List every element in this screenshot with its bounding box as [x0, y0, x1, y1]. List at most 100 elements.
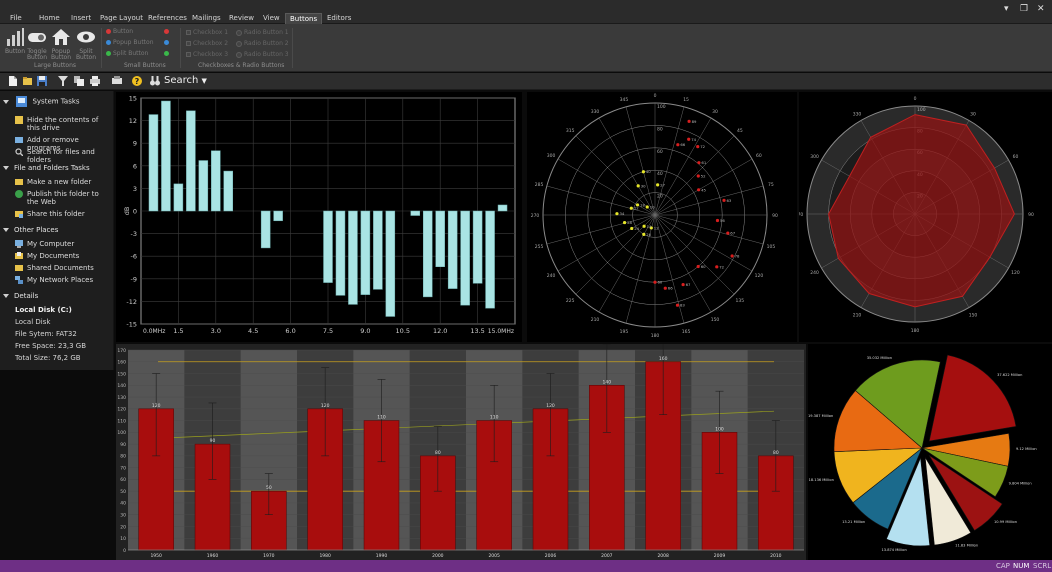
task-hide-contents[interactable]: Hide the contents of this drive	[15, 116, 111, 132]
copy-icon[interactable]	[74, 76, 84, 86]
print-icon[interactable]	[90, 76, 100, 86]
scatter-point	[675, 303, 680, 307]
polar-spoke	[546, 185, 656, 216]
angle-label: 75	[768, 182, 774, 188]
angle-label: 240	[547, 273, 556, 279]
section-system-tasks[interactable]: System Tasks	[3, 96, 80, 107]
angle-label: 210	[591, 317, 600, 323]
large-toggle-button[interactable]: Toggle Button	[26, 27, 48, 61]
tab-buttons[interactable]: Buttons	[285, 13, 323, 24]
filter-icon[interactable]	[58, 76, 68, 86]
section-details[interactable]: Details	[3, 291, 38, 301]
scatter-point	[687, 119, 691, 123]
slice-label: 18.136 Million	[809, 478, 834, 482]
small-icon-button-1[interactable]	[164, 27, 171, 37]
point-label: 60	[658, 280, 663, 285]
scatter-point	[645, 205, 649, 209]
small-button[interactable]: Button	[106, 27, 133, 37]
task-publish-folder[interactable]: Publish this folder to the Web	[15, 190, 111, 206]
large-button-button[interactable]: Button	[4, 27, 26, 55]
x-tick-label: 10.5	[396, 327, 410, 335]
task-new-folder[interactable]: Make a new folder	[15, 178, 111, 186]
angle-label: 60	[1013, 154, 1019, 160]
save-icon[interactable]	[37, 76, 47, 86]
status-num: NUM	[1013, 562, 1030, 570]
large-split-button[interactable]: Split Button	[75, 27, 97, 61]
tab-page-layout[interactable]: Page Layout	[98, 13, 145, 24]
data-label: 120	[152, 403, 161, 409]
x-tick-label: 1970	[263, 553, 275, 559]
task-search-files[interactable]: Search for files and folders	[15, 148, 111, 164]
y-tick-label: -9	[131, 275, 137, 283]
group-label-small: Small Buttons	[124, 62, 166, 69]
restore-button[interactable]: ❐	[1020, 4, 1028, 14]
minimize-button[interactable]: ▾	[1004, 4, 1009, 14]
print-preview-icon[interactable]	[112, 76, 122, 86]
small-icon-button-3[interactable]	[164, 49, 171, 59]
place-shared-documents[interactable]: Shared Documents	[15, 264, 111, 272]
radial-label: 80	[657, 126, 663, 132]
tab-references[interactable]: References	[146, 13, 189, 24]
y-tick-label: 60	[120, 477, 126, 483]
slice-label: 19.387 Million	[808, 414, 833, 418]
y-tick-label: 0	[133, 208, 137, 216]
point-label: 61	[701, 160, 706, 165]
y-tick-label: 160	[117, 360, 126, 366]
checkbox-3[interactable]: Checkbox 3	[186, 50, 228, 59]
binoculars-icon[interactable]	[150, 76, 160, 86]
bar	[173, 183, 184, 212]
place-my-documents[interactable]: My Documents	[15, 252, 111, 260]
large-popup-button[interactable]: Popup Button	[50, 27, 72, 61]
small-popup-button[interactable]: Popup Button	[106, 38, 154, 48]
checkbox-1[interactable]: Checkbox 1	[186, 28, 228, 37]
yearly-bar-chart: 0 10 20 30 40 50 60 70 80 90 100 110 120 130 140 150 160…	[117, 332, 804, 559]
polar-spoke	[625, 106, 656, 216]
x-first-label: 0.0MHz	[143, 328, 165, 335]
x-tick-label: 1980	[319, 553, 331, 559]
tab-insert[interactable]: Insert	[69, 13, 93, 24]
open-folder-icon[interactable]	[23, 76, 33, 86]
small-icon-button-2[interactable]	[164, 38, 171, 48]
y-tick-label: 30	[120, 513, 126, 519]
tab-review[interactable]: Review	[227, 13, 256, 24]
y-tick-label: 15	[129, 95, 137, 103]
folder-icon	[15, 179, 23, 185]
radio-button-1[interactable]: Radio Button 1	[236, 28, 289, 37]
small-split-button[interactable]: Split Button	[106, 49, 148, 59]
tab-view[interactable]: View	[261, 13, 282, 24]
search-menu[interactable]: Search ▼	[164, 74, 207, 88]
checkbox-2[interactable]: Checkbox 2	[186, 39, 228, 48]
section-other-places[interactable]: Other Places	[3, 225, 58, 235]
y-tick-label: -15	[126, 321, 137, 329]
place-network-places[interactable]: My Network Places	[15, 276, 111, 284]
y-tick-label: 6	[133, 162, 137, 170]
bar	[335, 210, 346, 296]
y-tick-label: 130	[117, 395, 126, 401]
close-button[interactable]: ✕	[1037, 4, 1045, 14]
new-file-icon[interactable]	[8, 76, 18, 86]
x-tick-label: 3.0	[211, 327, 221, 335]
radio-button-2[interactable]: Radio Button 2	[236, 39, 289, 48]
detail-free-space: Free Space: 23,3 GB	[15, 342, 87, 350]
section-title: File and Folders Tasks	[14, 164, 90, 172]
scatter-point	[641, 170, 646, 174]
task-share-folder[interactable]: Share this folder	[15, 210, 111, 218]
angle-label: 0	[654, 93, 657, 99]
bar	[161, 100, 171, 212]
point-label: 45	[701, 187, 706, 192]
tab-home[interactable]: Home	[37, 13, 62, 24]
year-bar-chart-panel: 0 10 20 30 40 50 60 70 80 90 100 110 120 130 140 150 160…	[116, 332, 806, 560]
side-task-panel: System Tasks Hide the contents of this d…	[0, 91, 114, 370]
ribbon-panel: Button Toggle Button Popup Button Split …	[0, 24, 1052, 72]
tab-editors[interactable]: Editors	[325, 13, 353, 24]
angle-label: 165	[682, 329, 691, 335]
tab-mailings[interactable]: Mailings	[190, 13, 223, 24]
section-file-folder-tasks[interactable]: File and Folders Tasks	[3, 163, 90, 173]
svg-text:?: ?	[135, 77, 140, 86]
help-icon[interactable]: ?	[132, 76, 142, 86]
radio-button-3[interactable]: Radio Button 3	[236, 50, 289, 59]
tab-file[interactable]: File	[8, 13, 24, 24]
angle-label: 180	[651, 333, 660, 339]
place-my-computer[interactable]: My Computer	[15, 240, 111, 248]
radial-label: 100	[657, 104, 666, 110]
